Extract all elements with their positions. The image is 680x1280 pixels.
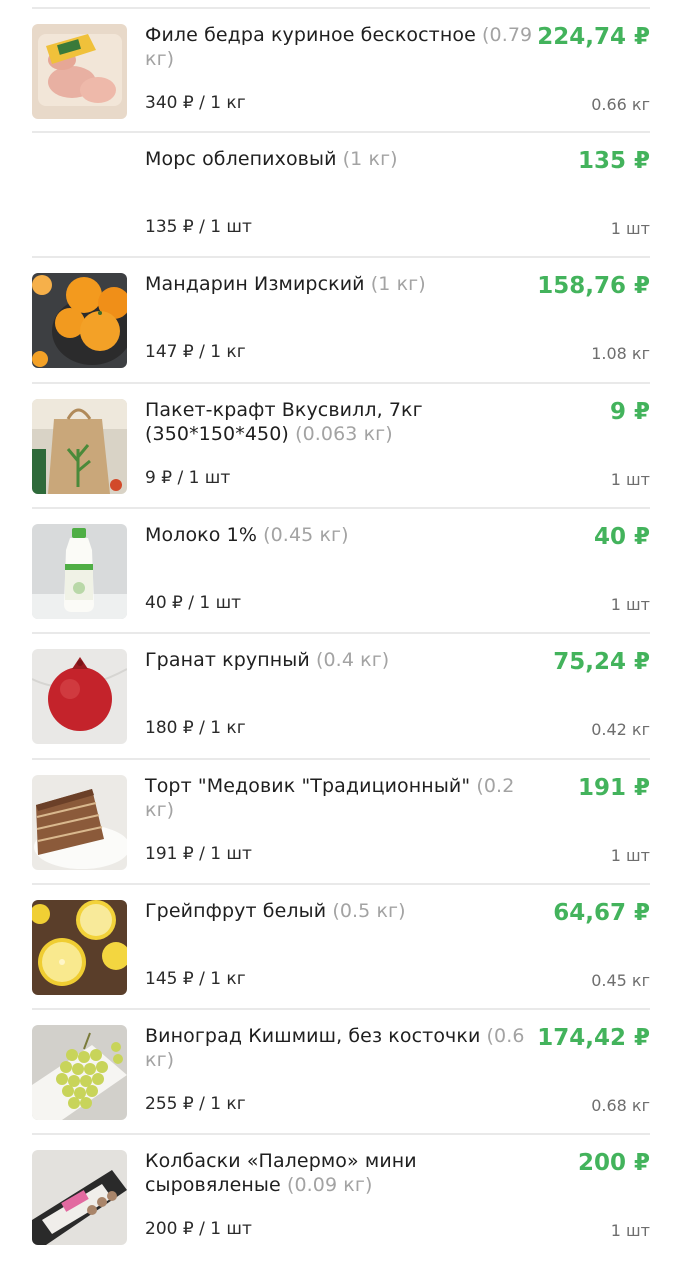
item-unit-price: 40 ₽ / 1 шт	[145, 593, 242, 613]
list-item[interactable]: Торт "Медовик "Традиционный" (0.2 кг) 19…	[0, 760, 680, 884]
sausages-image	[32, 1150, 127, 1245]
item-quantity: 1 шт	[610, 470, 650, 489]
item-weight: (0.09 кг)	[286, 1174, 373, 1196]
item-quantity: 0.42 кг	[591, 720, 650, 739]
item-name: Торт "Медовик "Традиционный"	[145, 775, 471, 797]
item-unit-price: 340 ₽ / 1 кг	[145, 93, 246, 113]
item-price: 75,24 ₽	[553, 649, 650, 675]
item-name: Филе бедра куриное бескостное	[145, 24, 476, 46]
pomegranate-image	[32, 649, 127, 744]
item-quantity: 1 шт	[610, 595, 650, 614]
milk-bottle-image	[32, 524, 127, 619]
list-item[interactable]: Мандарин Измирский (1 кг) 158,76 ₽ 147 ₽…	[0, 258, 680, 382]
item-price: 40 ₽	[593, 524, 650, 550]
item-name: Гранат крупный	[145, 649, 310, 671]
list-item[interactable]: Морс облепиховый (1 кг) 135 ₽ 135 ₽ / 1 …	[0, 133, 680, 257]
item-unit-price: 191 ₽ / 1 шт	[145, 844, 252, 864]
list-item[interactable]: Пакет-крафт Вкусвилл, 7кг (350*150*450) …	[0, 384, 680, 508]
item-price: 158,76 ₽	[537, 273, 650, 299]
kraft-bag-image	[32, 399, 127, 494]
item-unit-price: 255 ₽ / 1 кг	[145, 1094, 246, 1114]
grapefruit-image	[32, 900, 127, 995]
item-price: 224,74 ₽	[537, 24, 650, 50]
item-name: Мандарин Измирский	[145, 273, 365, 295]
list-item[interactable]: Молоко 1% (0.45 кг) 40 ₽ 40 ₽ / 1 шт 1 ш…	[0, 509, 680, 633]
list-item[interactable]: Филе бедра куриное бескостное (0.79 кг) …	[0, 9, 680, 133]
item-weight: (0.4 кг)	[315, 649, 390, 671]
item-unit-price: 180 ₽ / 1 кг	[145, 718, 246, 738]
item-unit-price: 135 ₽ / 1 шт	[145, 217, 252, 237]
item-quantity: 1 шт	[610, 1221, 650, 1240]
item-quantity: 1 шт	[610, 846, 650, 865]
item-quantity: 1.08 кг	[591, 344, 650, 363]
list-item[interactable]: Виноград Кишмиш, без косточки (0.6 кг) 1…	[0, 1010, 680, 1134]
item-weight: (1 кг)	[370, 273, 426, 295]
item-unit-price: 145 ₽ / 1 кг	[145, 969, 246, 989]
item-price: 135 ₽	[577, 148, 650, 174]
item-weight: (1 кг)	[342, 148, 398, 170]
item-unit-price: 200 ₽ / 1 шт	[145, 1219, 252, 1239]
grapes-image	[32, 1025, 127, 1120]
item-quantity: 0.45 кг	[591, 971, 650, 990]
item-weight: (0.45 кг)	[263, 524, 349, 546]
list-item[interactable]: Грейпфрут белый (0.5 кг) 64,67 ₽ 145 ₽ /…	[0, 885, 680, 1009]
item-weight: (0.5 кг)	[332, 900, 406, 922]
item-quantity: 0.68 кг	[591, 1096, 650, 1115]
item-quantity: 0.66 кг	[591, 95, 650, 114]
list-item[interactable]: Колбаски «Палермо» мини сыровяленые (0.0…	[0, 1135, 680, 1259]
item-name: Молоко 1%	[145, 524, 257, 546]
item-unit-price: 147 ₽ / 1 кг	[145, 342, 246, 362]
item-quantity: 1 шт	[610, 219, 650, 238]
chicken-thigh-image	[32, 24, 127, 119]
item-price: 200 ₽	[577, 1150, 650, 1176]
item-weight: (0.063 кг)	[295, 423, 393, 445]
item-name: Грейпфрут белый	[145, 900, 327, 922]
honey-cake-image	[32, 775, 127, 870]
mandarin-image	[32, 273, 127, 368]
list-item[interactable]: Гранат крупный (0.4 кг) 75,24 ₽ 180 ₽ / …	[0, 634, 680, 758]
item-price: 191 ₽	[577, 775, 650, 801]
item-unit-price: 9 ₽ / 1 шт	[145, 468, 231, 488]
item-price: 9 ₽	[609, 399, 650, 425]
item-name: Колбаски «Палермо» мини сыровяленые	[145, 1150, 417, 1196]
item-name: Морс облепиховый	[145, 148, 337, 170]
item-price: 174,42 ₽	[537, 1025, 650, 1051]
item-name: Виноград Кишмиш, без косточки	[145, 1025, 481, 1047]
item-price: 64,67 ₽	[553, 900, 650, 926]
